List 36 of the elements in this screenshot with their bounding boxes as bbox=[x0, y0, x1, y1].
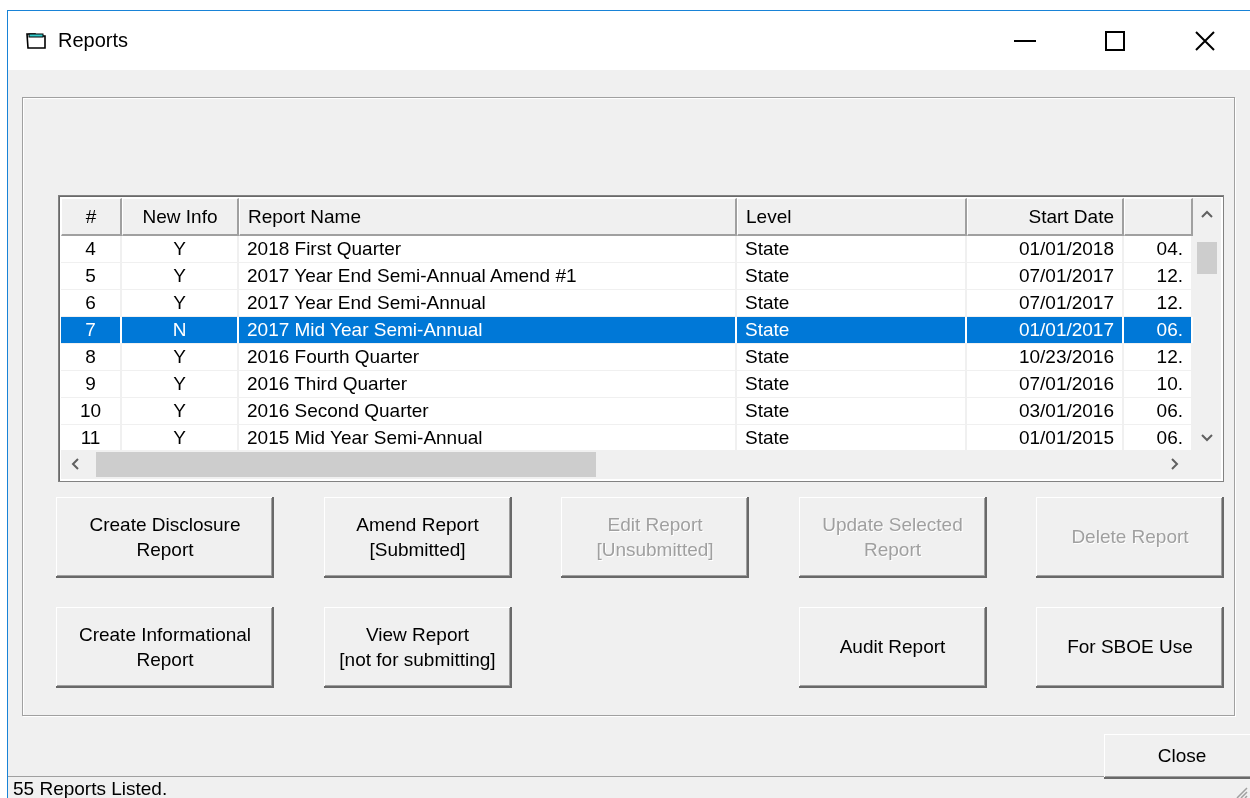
column-header[interactable]: Report Name bbox=[239, 198, 737, 236]
table-row[interactable]: 6 Y 2017 Year End Semi-Annual State 07/01/2017 12. bbox=[61, 290, 1193, 317]
action-button[interactable]: Amend Report [Submitted] bbox=[323, 497, 512, 578]
table-row[interactable]: 10 Y 2016 Second Quarter State 03/01/2016 06. bbox=[61, 398, 1193, 425]
action-button[interactable]: Create Informational Report bbox=[56, 607, 274, 688]
close-icon bbox=[1195, 30, 1215, 51]
table-cell: 2017 Mid Year Semi-Annual bbox=[239, 317, 737, 343]
table-cell: 7 bbox=[61, 317, 122, 343]
resize-grip-icon[interactable] bbox=[1234, 785, 1248, 798]
action-button[interactable]: Create Disclosure Report bbox=[56, 497, 274, 578]
table-cell: 01/01/2017 bbox=[967, 317, 1124, 343]
action-button[interactable]: Audit Report bbox=[798, 607, 987, 688]
table-row[interactable]: 9 Y 2016 Third Quarter State 07/01/2016 10. bbox=[61, 371, 1193, 398]
horizontal-scrollbar[interactable] bbox=[61, 450, 1193, 479]
column-header[interactable]: # bbox=[61, 198, 122, 236]
table-cell: 06. bbox=[1124, 317, 1193, 343]
table-cell: N bbox=[122, 317, 239, 343]
column-header[interactable]: New Info bbox=[122, 198, 239, 236]
minimize-icon bbox=[1014, 39, 1036, 42]
table-row[interactable]: 8 Y 2016 Fourth Quarter State 10/23/2016 12. bbox=[61, 344, 1193, 371]
close-dialog-button[interactable]: Close bbox=[1104, 734, 1250, 779]
action-button[interactable]: For SBOE Use bbox=[1036, 607, 1224, 688]
window-icon bbox=[26, 31, 48, 50]
window-title: Reports bbox=[58, 29, 130, 52]
table-row[interactable]: 5 Y 2017 Year End Semi-Annual Amend #1 State 07/01/2017 12. bbox=[61, 263, 1193, 290]
column-header[interactable] bbox=[1124, 198, 1193, 236]
vertical-scrollbar[interactable] bbox=[1193, 198, 1221, 450]
scrollbar-thumb[interactable] bbox=[1197, 242, 1217, 274]
table-row[interactable]: 4 Y 2018 First Quarter State 01/01/2018 04. bbox=[61, 236, 1193, 263]
action-button[interactable]: View Report [not for submitting] bbox=[323, 607, 512, 688]
scrollbar-thumb[interactable] bbox=[96, 452, 596, 477]
table-row[interactable]: 7 N 2017 Mid Year Semi-Annual State 01/01/2017 06. bbox=[61, 317, 1193, 344]
table-cell: State bbox=[737, 317, 967, 343]
column-header[interactable]: Level bbox=[737, 198, 967, 236]
column-header[interactable]: Start Date bbox=[967, 198, 1124, 236]
maximize-icon bbox=[1105, 30, 1125, 51]
